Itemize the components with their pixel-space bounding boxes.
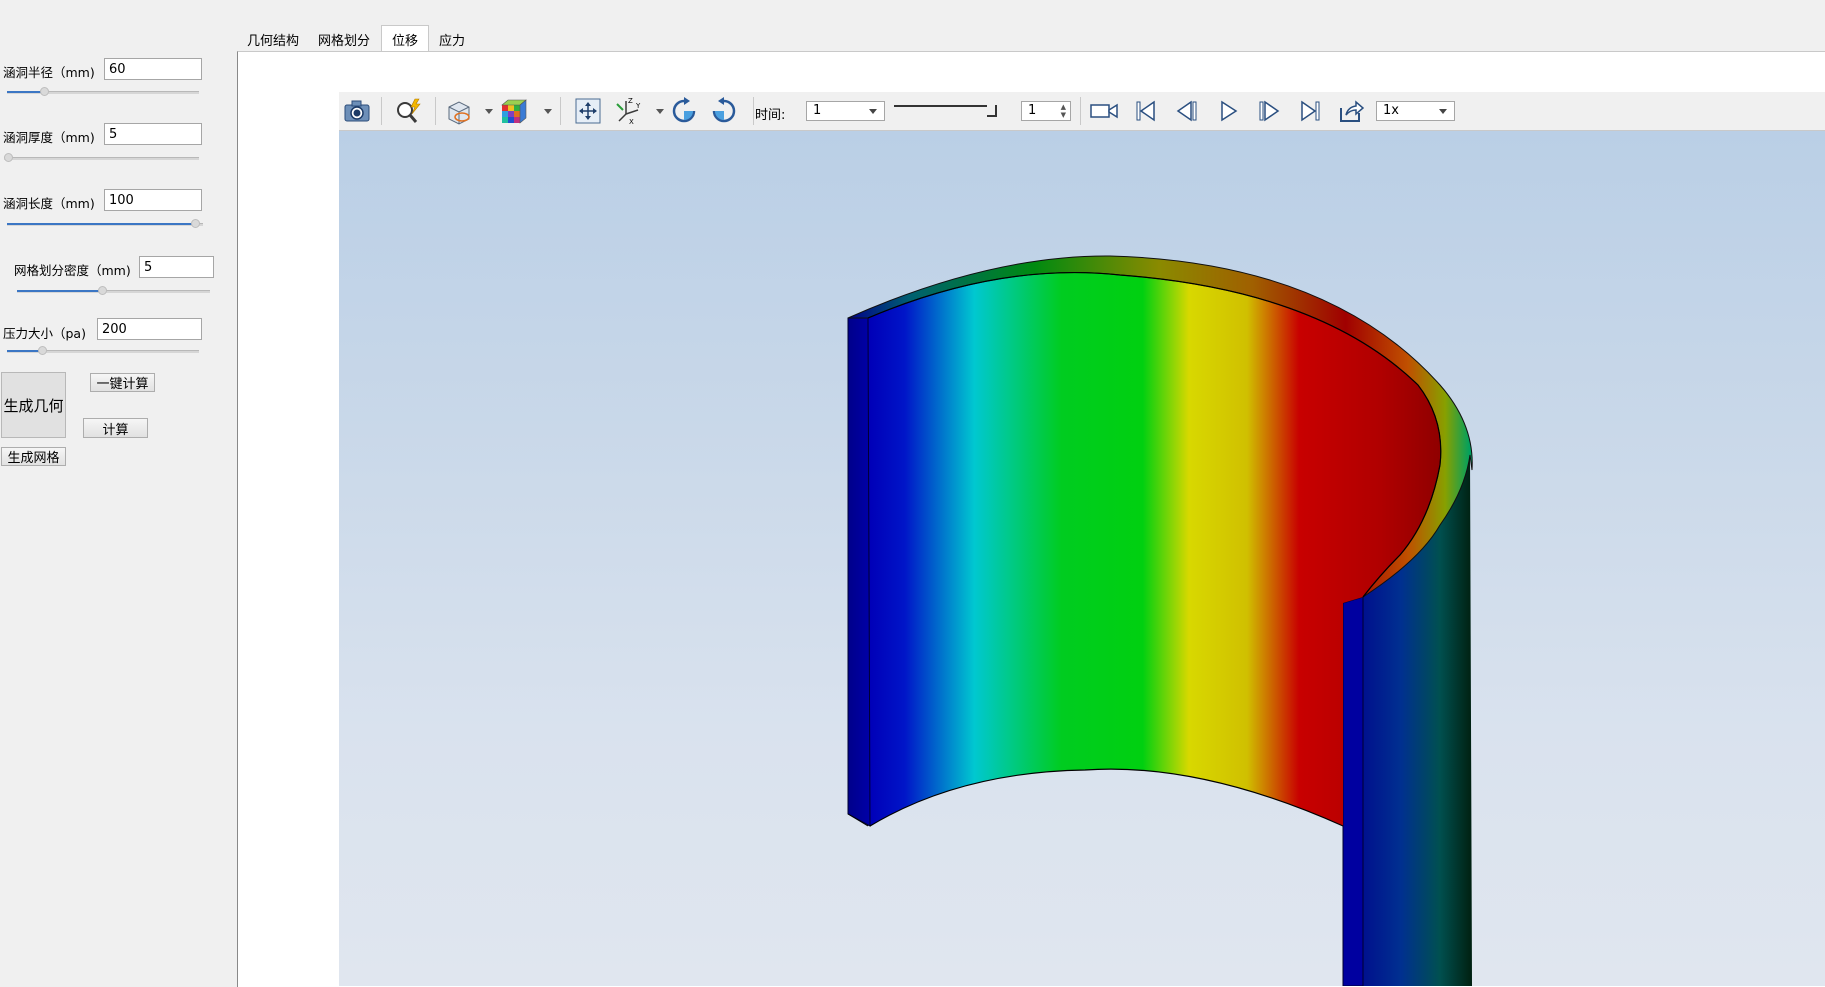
pressure-input[interactable] <box>97 318 202 340</box>
display-mode-icon[interactable] <box>445 96 475 126</box>
thickness-input[interactable] <box>104 123 202 145</box>
generate-geometry-button[interactable]: 生成几何 <box>1 372 66 438</box>
displacement-model <box>847 255 1473 986</box>
rotate-ccw-icon[interactable] <box>709 96 739 126</box>
radius-slider[interactable] <box>7 86 199 98</box>
color-map-icon[interactable] <box>499 96 529 126</box>
mesh-density-slider[interactable] <box>17 285 210 297</box>
pressure-label: 压力大小（pa) <box>3 326 86 341</box>
mesh-density-input[interactable] <box>139 256 214 278</box>
time-select[interactable]: 1 <box>806 101 885 121</box>
export-icon[interactable] <box>1336 96 1366 126</box>
svg-text:Z: Z <box>628 97 633 105</box>
radius-input[interactable] <box>104 58 202 80</box>
tab-stress[interactable]: 应力 <box>432 27 472 51</box>
frame-spinbox[interactable]: 1 ▲ ▼ <box>1021 101 1071 121</box>
tab-displacement[interactable]: 位移 <box>381 25 429 53</box>
next-frame-icon[interactable] <box>1254 96 1284 126</box>
time-slider[interactable] <box>894 105 997 117</box>
svg-text:X: X <box>629 118 634 126</box>
radius-label: 涵洞半径（mm) <box>3 65 95 80</box>
speed-select[interactable]: 1x <box>1376 101 1455 121</box>
one-click-compute-button[interactable]: 一键计算 <box>90 373 155 392</box>
last-frame-icon[interactable] <box>1295 96 1325 126</box>
tab-geometry[interactable]: 几何结构 <box>243 27 303 51</box>
view-toolbar: ZYX 时间: 1 1 ▲ ▼ 1x <box>339 92 1825 131</box>
fit-view-icon[interactable] <box>573 96 603 126</box>
length-input[interactable] <box>104 189 202 211</box>
play-icon[interactable] <box>1213 96 1243 126</box>
pressure-slider[interactable] <box>7 345 199 357</box>
camera-icon[interactable] <box>342 96 372 126</box>
prev-frame-icon[interactable] <box>1172 96 1202 126</box>
tab-mesh[interactable]: 网格划分 <box>313 27 375 51</box>
rotate-cw-icon[interactable] <box>669 96 699 126</box>
svg-text:Y: Y <box>635 102 641 110</box>
thickness-label: 涵洞厚度（mm) <box>3 130 95 145</box>
record-icon[interactable] <box>1089 96 1119 126</box>
time-label: 时间: <box>755 108 786 123</box>
first-frame-icon[interactable] <box>1131 96 1161 126</box>
length-slider[interactable] <box>7 218 203 230</box>
3d-viewport[interactable] <box>339 131 1825 986</box>
mesh-density-label: 网格划分密度（mm) <box>14 263 131 278</box>
axes-icon[interactable]: ZYX <box>614 96 644 126</box>
length-label: 涵洞长度（mm) <box>3 196 95 211</box>
zoom-icon[interactable] <box>393 96 423 126</box>
generate-mesh-button[interactable]: 生成网格 <box>1 447 66 466</box>
compute-button[interactable]: 计算 <box>83 418 148 438</box>
thickness-slider[interactable] <box>4 152 199 164</box>
